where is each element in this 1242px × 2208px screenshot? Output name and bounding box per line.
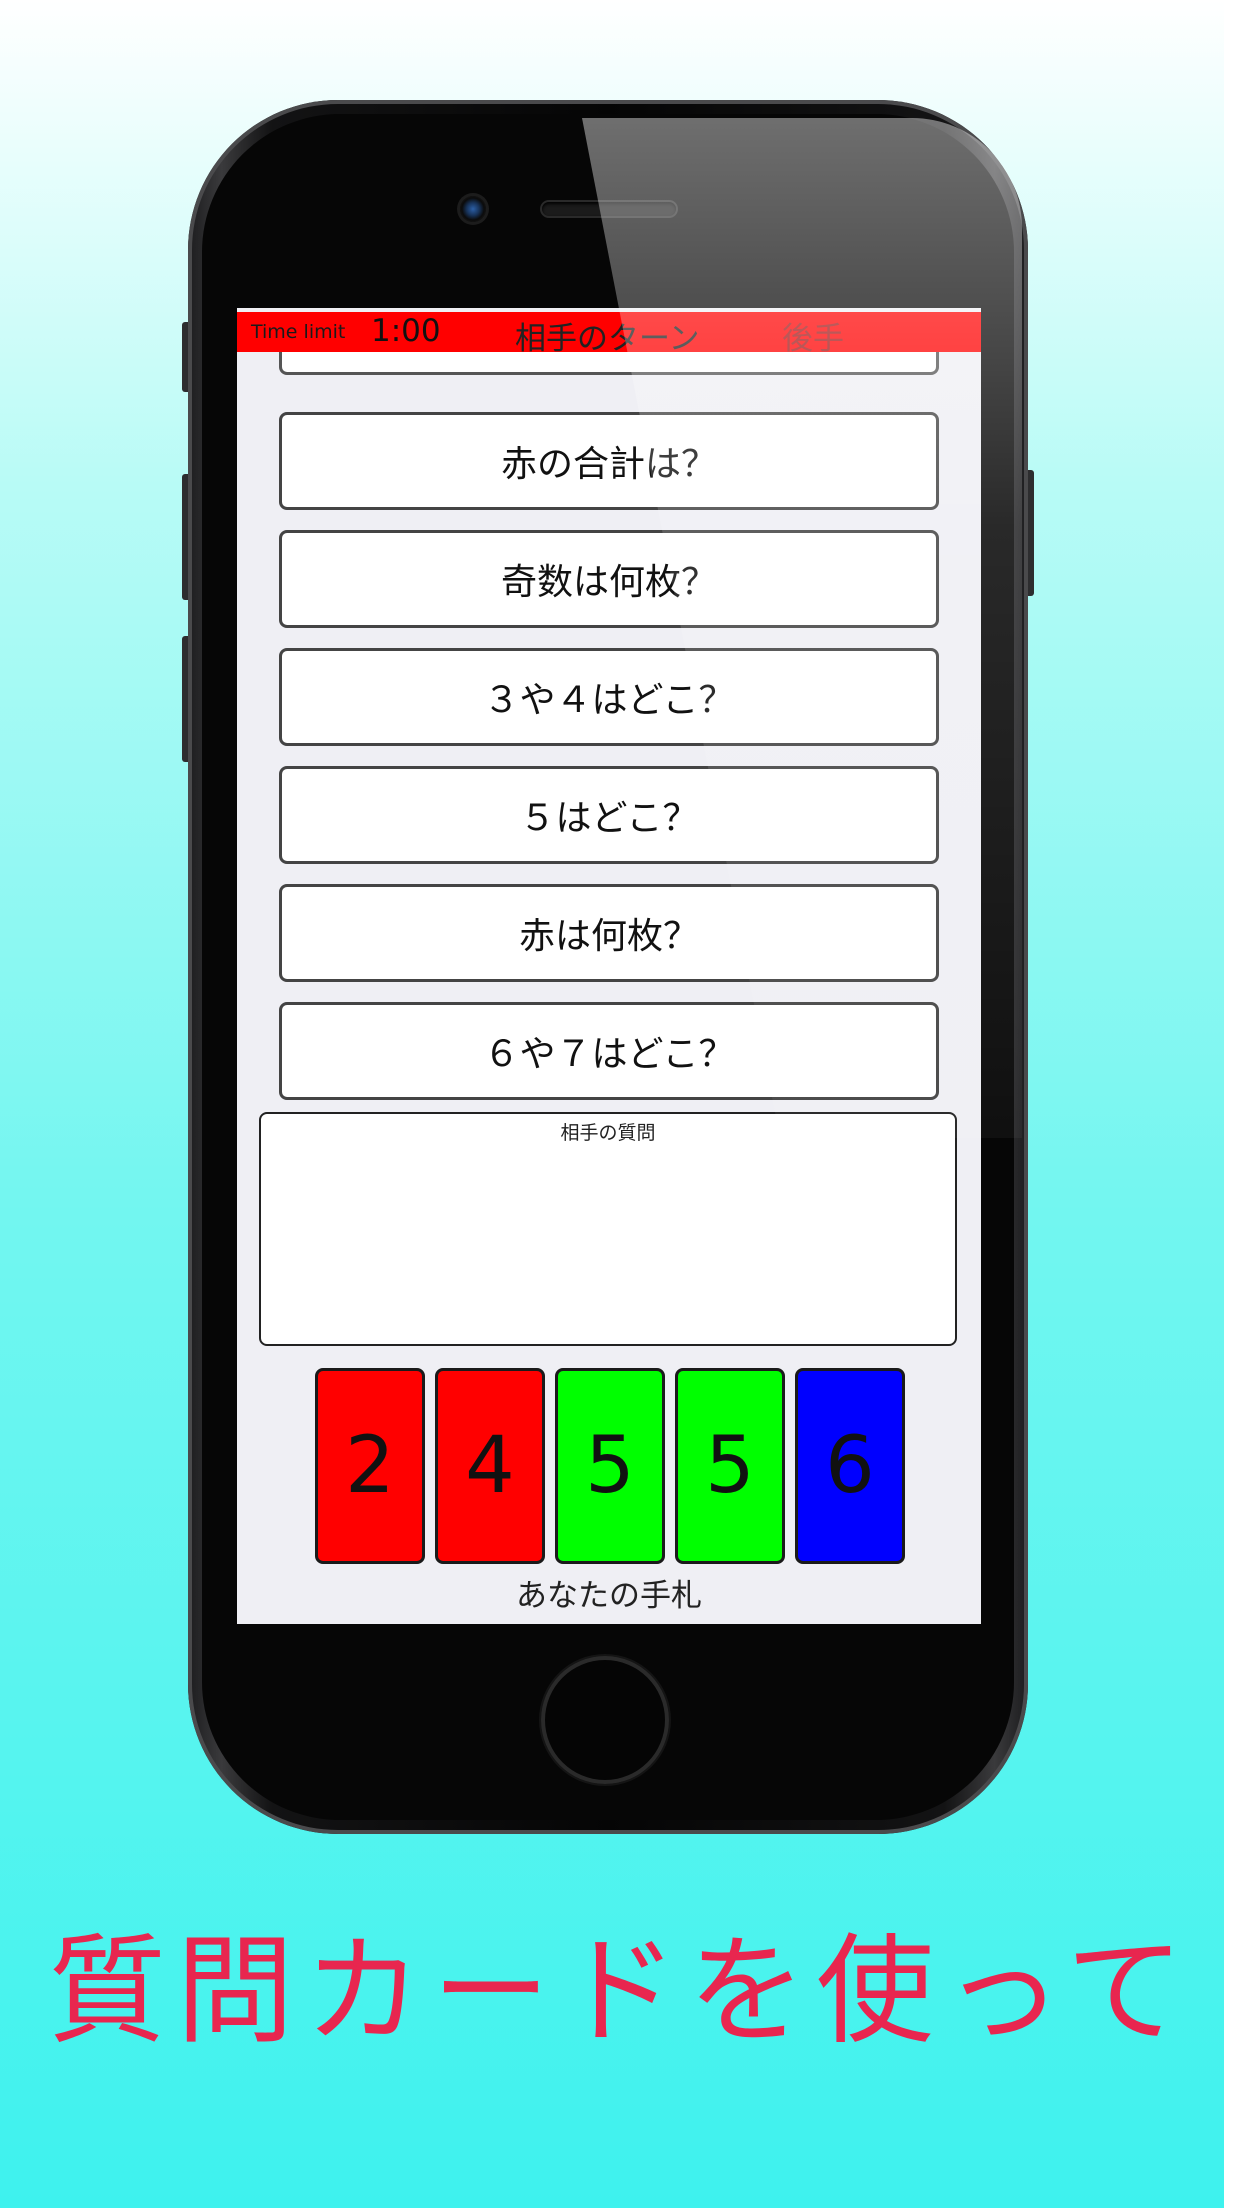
question-card[interactable]: 奇数は何枚？ xyxy=(279,530,939,628)
question-card[interactable]: ６や７はどこ？ xyxy=(279,1002,939,1100)
question-card[interactable]: 赤は何枚？ xyxy=(279,884,939,982)
question-card[interactable]: ５はどこ？ xyxy=(279,766,939,864)
front-camera-icon xyxy=(460,196,486,222)
question-card-label: 赤は何枚？ xyxy=(518,916,699,957)
opponent-question-title: 相手の質問 xyxy=(560,1122,656,1144)
hand-card[interactable]: 5 xyxy=(555,1368,665,1564)
hand-card-value: 5 xyxy=(585,1421,635,1511)
hand-card-value: 6 xyxy=(825,1421,875,1511)
question-card-label: 奇数は何枚？ xyxy=(500,562,717,603)
question-card-partial[interactable] xyxy=(279,352,939,375)
question-card-label: ３や４はどこ？ xyxy=(483,680,735,721)
hand-card[interactable]: 5 xyxy=(675,1368,785,1564)
home-button[interactable] xyxy=(541,1656,669,1784)
hand-card-value: 5 xyxy=(705,1421,755,1511)
hand-card[interactable]: 4 xyxy=(435,1368,545,1564)
time-limit-value: 1:00 xyxy=(371,313,441,349)
hand-label: あなたの手札 xyxy=(516,1578,702,1614)
hand-card[interactable]: 2 xyxy=(315,1368,425,1564)
time-limit-label: Time limit xyxy=(251,321,346,343)
earpiece-speaker xyxy=(542,202,676,216)
question-card-label: 赤の合計は？ xyxy=(500,444,717,485)
right-edge-strip xyxy=(1224,0,1242,2208)
question-card[interactable]: ３や４はどこ？ xyxy=(279,648,939,746)
question-card[interactable]: 赤の合計は？ xyxy=(279,412,939,510)
question-card-label: ６や７はどこ？ xyxy=(483,1034,735,1075)
question-card-label: ５はどこ？ xyxy=(519,798,699,839)
promo-caption: 質問カードを使って xyxy=(47,1922,1195,2060)
app-screen: Time limit 1:00 相手のターン 後手 赤の合計は？ 奇数は何枚？ … xyxy=(237,308,981,1624)
opponent-question-area: 相手の質問 xyxy=(259,1112,957,1346)
turn-status-bar: Time limit 1:00 相手のターン 後手 xyxy=(237,312,981,357)
hand-card[interactable]: 6 xyxy=(795,1368,905,1564)
hand-card-value: 4 xyxy=(465,1421,515,1511)
hand-card-value: 2 xyxy=(345,1421,395,1511)
